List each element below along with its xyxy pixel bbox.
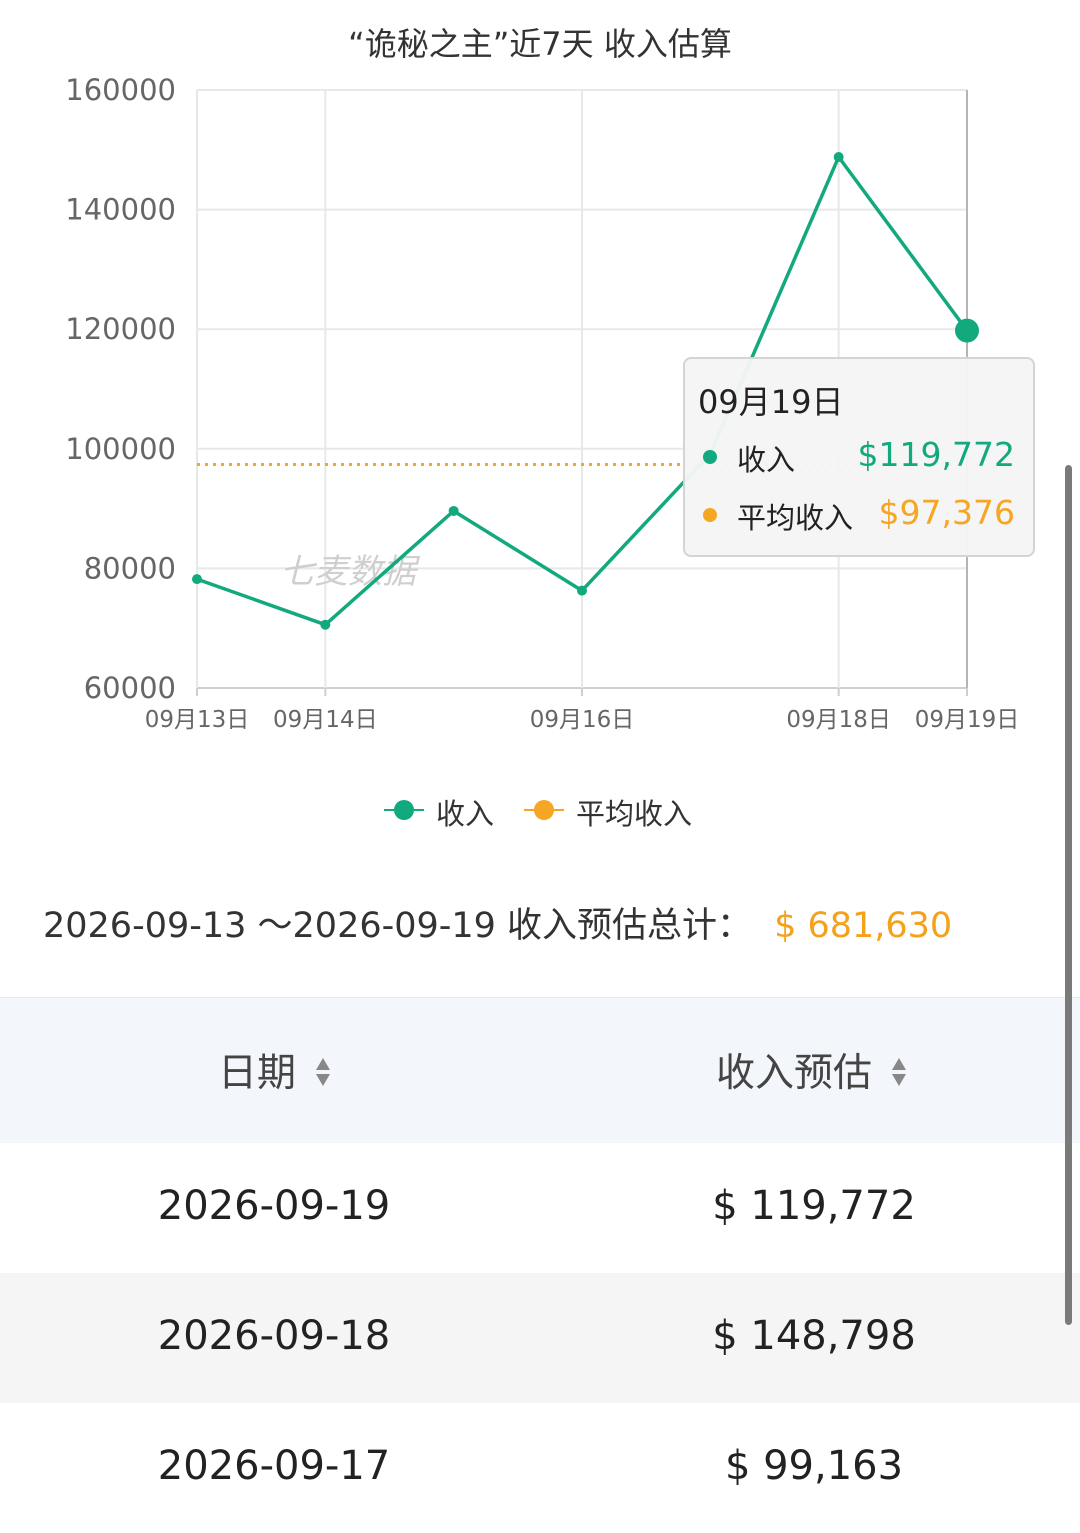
cell-revenue: $ 148,798: [712, 1313, 916, 1359]
legend-item-average[interactable]: 平均收入: [524, 785, 704, 835]
x-tick-label: 09月14日: [273, 707, 378, 733]
tooltip-date: 09月19日: [698, 383, 844, 421]
x-tick-label: 09月18日: [786, 707, 891, 733]
legend-label: 平均收入: [576, 797, 693, 831]
revenue-point[interactable]: [192, 574, 202, 585]
revenue-point[interactable]: [955, 318, 979, 343]
chart-legend: 收入 平均收入: [0, 785, 1080, 835]
column-header-date[interactable]: 日期: [218, 1042, 331, 1098]
x-tick-label: 09月13日: [145, 707, 250, 733]
y-tick-label: 60000: [84, 671, 176, 705]
column-header-label: 日期: [218, 1051, 297, 1096]
legend-dot-icon: [534, 800, 554, 820]
table-row: 2026-09-18 $ 148,798: [0, 1273, 1080, 1403]
column-header-label: 收入预估: [716, 1051, 873, 1096]
tooltip-value: $97,376: [878, 493, 1015, 532]
cell-date: 2026-09-18: [157, 1313, 391, 1359]
revenue-point[interactable]: [833, 151, 844, 162]
revenue-dot-icon: [703, 450, 717, 464]
sort-icon[interactable]: [316, 1056, 331, 1088]
legend-label: 收入: [436, 797, 495, 831]
column-header-revenue[interactable]: 收入预估: [716, 1042, 907, 1098]
average-dot-icon: [703, 508, 717, 522]
sort-icon[interactable]: [892, 1056, 907, 1088]
table-row: 2026-09-19 $ 119,772: [0, 1143, 1080, 1273]
summary-label: 2026-09-13 ～2026-09-19 收入预估总计：: [43, 906, 753, 946]
tooltip-label: 平均收入: [737, 501, 854, 535]
y-tick-label: 160000: [65, 73, 176, 107]
y-tick-label: 140000: [65, 193, 176, 227]
tooltip-row-revenue: 收入 $119,772: [685, 435, 1033, 477]
y-tick-label: 120000: [65, 312, 176, 346]
y-tick-label: 100000: [65, 432, 176, 466]
summary-total: $ 681,630: [774, 906, 953, 946]
revenue-point[interactable]: [448, 505, 459, 516]
table-header: 日期 收入预估: [0, 997, 1080, 1143]
tooltip-row-average: 平均收入 $97,376: [685, 493, 1033, 535]
revenue-point[interactable]: [577, 585, 587, 596]
chart-title: “诡秘之主”近7天 收入估算: [348, 25, 732, 63]
x-tick-label: 09月16日: [530, 707, 635, 733]
revenue-table: 日期 收入预估 2026-09-19 $ 119,772 2026-09-18 …: [0, 997, 1080, 1533]
cell-date: 2026-09-17: [157, 1443, 391, 1489]
page-scrollbar[interactable]: [1065, 465, 1072, 1325]
legend-dot-icon: [394, 800, 414, 820]
cell-date: 2026-09-19: [157, 1183, 391, 1229]
chart-tooltip: 09月19日 收入 $119,772 平均收入 $97,376: [683, 357, 1035, 557]
cell-revenue: $ 99,163: [724, 1443, 904, 1489]
tooltip-value: $119,772: [857, 435, 1015, 474]
legend-item-revenue[interactable]: 收入: [384, 785, 504, 835]
cell-revenue: $ 119,772: [712, 1183, 916, 1229]
revenue-point[interactable]: [320, 619, 331, 630]
tooltip-label: 收入: [737, 443, 796, 477]
revenue-summary: 2026-09-13 ～2026-09-19 收入预估总计： $ 681,630: [43, 897, 952, 948]
y-tick-label: 80000: [84, 551, 176, 585]
x-tick-label: 09月19日: [915, 707, 1020, 733]
